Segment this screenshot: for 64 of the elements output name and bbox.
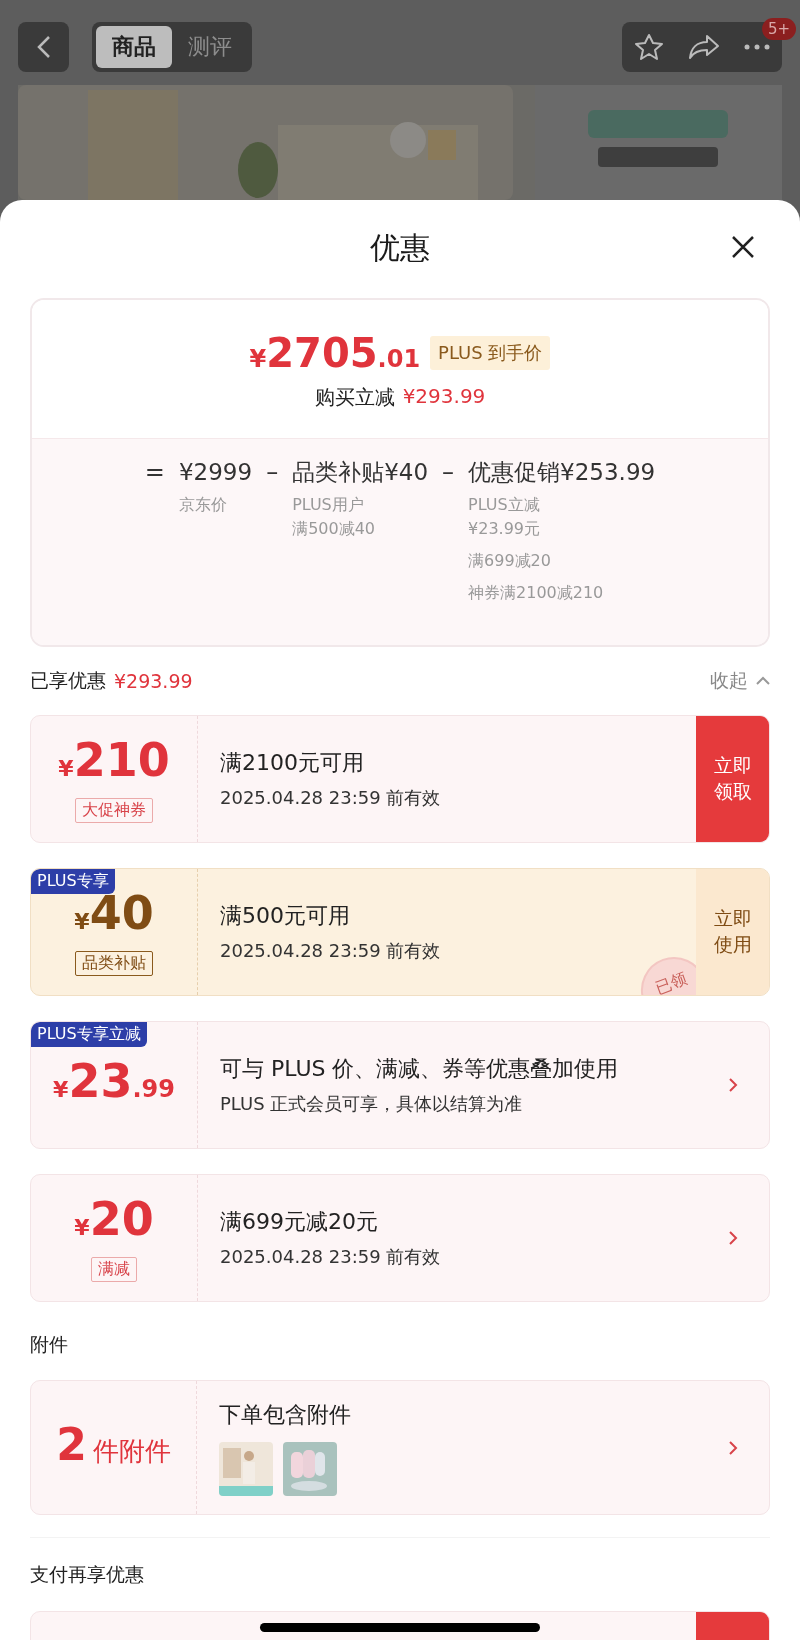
section-heading: 支付再享优惠 bbox=[30, 1562, 144, 1587]
more-icon bbox=[744, 44, 770, 50]
coupon-card[interactable]: PLUS专享立减 ¥23.99 可与 PLUS 价、满减、券等优惠叠加使用 PLUS 正式会员可享，具体以结算为准 bbox=[30, 1021, 770, 1149]
chevron-right-icon bbox=[727, 1439, 738, 1456]
breakdown-amount: ¥2999 bbox=[178, 458, 253, 487]
operator: – bbox=[266, 457, 279, 488]
price-tag: PLUS 到手价 bbox=[430, 336, 551, 370]
coupon-amount: ¥23.99 bbox=[53, 1055, 175, 1110]
attachment-title: 下单包含附件 bbox=[219, 1400, 352, 1429]
favorite-button[interactable] bbox=[634, 33, 664, 61]
breakdown-note: 满699减20 bbox=[468, 550, 552, 572]
attachment-count: 2 bbox=[56, 1419, 87, 1470]
collapse-toggle[interactable]: 收起 bbox=[710, 668, 770, 694]
back-button[interactable] bbox=[18, 22, 69, 72]
coupon-card[interactable]: PLUS专享 ¥40 品类补贴 满500元可用 2025.04.28 23:59 前有效 已领 立即使用 bbox=[30, 868, 770, 996]
plus-badge: PLUS专享立减 bbox=[31, 1022, 147, 1047]
close-icon bbox=[730, 234, 756, 260]
breakdown-note: PLUS用户 bbox=[292, 494, 365, 516]
breakdown-amount: 品类补贴¥40 bbox=[292, 458, 429, 487]
operator: = bbox=[144, 457, 165, 488]
coupon-subtitle: 2025.04.28 23:59 前有效 bbox=[220, 939, 442, 963]
coupon-tag: 满减 bbox=[91, 1257, 137, 1282]
attachment-card[interactable]: 2 件附件 下单包含附件 bbox=[30, 1380, 770, 1515]
coupon-card[interactable]: ¥20 满减 满699元减20元 2025.04.28 23:59 前有效 bbox=[30, 1174, 770, 1302]
coupon-title: 满500元可用 bbox=[220, 902, 351, 930]
share-button[interactable] bbox=[688, 34, 720, 60]
claim-button[interactable]: 立即领取 bbox=[696, 716, 769, 842]
close-button[interactable] bbox=[730, 234, 756, 260]
coupon-subtitle: PLUS 正式会员可享，具体以结算为准 bbox=[220, 1092, 524, 1116]
section-total: ¥293.99 bbox=[114, 670, 193, 692]
coupon-title: 满699元减20元 bbox=[220, 1208, 379, 1236]
operator: – bbox=[442, 457, 455, 488]
star-icon bbox=[634, 33, 664, 61]
plus-badge: PLUS专享 bbox=[31, 869, 115, 894]
final-price: ¥2705.01 bbox=[249, 330, 421, 376]
coupon-title: 可与 PLUS 价、满减、券等优惠叠加使用 bbox=[220, 1055, 620, 1083]
sheet-title: 优惠 bbox=[370, 228, 430, 267]
attachment-unit: 件附件 bbox=[92, 1435, 171, 1468]
back-icon bbox=[36, 35, 51, 59]
breakdown-note: PLUS立减 bbox=[468, 494, 541, 516]
share-icon bbox=[688, 34, 720, 60]
coupon-subtitle: 2025.04.28 23:59 前有效 bbox=[220, 1245, 442, 1269]
section-heading: 附件 bbox=[30, 1332, 68, 1357]
chevron-right-icon bbox=[727, 1230, 738, 1246]
coupon-amount: ¥20 bbox=[74, 1194, 154, 1248]
coupon-amount: ¥210 bbox=[58, 735, 170, 789]
chevron-right-icon bbox=[727, 1077, 738, 1093]
coupon-tag: 品类补贴 bbox=[75, 951, 153, 976]
use-button[interactable]: 立即使用 bbox=[696, 869, 769, 995]
more-button[interactable] bbox=[744, 44, 770, 50]
saving-label: 购买立减 bbox=[314, 384, 395, 411]
coupon-title: 满2100元可用 bbox=[220, 749, 365, 777]
section-label: 已享优惠 bbox=[30, 668, 106, 693]
coupon-tag: 大促神券 bbox=[75, 798, 153, 823]
saving-value: ¥293.99 bbox=[402, 384, 486, 410]
breakdown-note: 神券满2100减210 bbox=[468, 582, 605, 604]
breakdown-amount: 优惠促销¥253.99 bbox=[468, 458, 656, 487]
coupon-card[interactable]: ¥210 大促神券 满2100元可用 2025.04.28 23:59 前有效 立即领取 bbox=[30, 715, 770, 843]
notification-badge: 5+ bbox=[761, 18, 796, 40]
coupon-subtitle: 2025.04.28 23:59 前有效 bbox=[220, 786, 442, 810]
breakdown-note: 京东价 bbox=[178, 494, 228, 516]
breakdown-note: 满500减40 bbox=[292, 518, 377, 540]
tab[interactable]: 商品 bbox=[96, 26, 172, 68]
breakdown-note: ¥23.99元 bbox=[468, 518, 541, 540]
